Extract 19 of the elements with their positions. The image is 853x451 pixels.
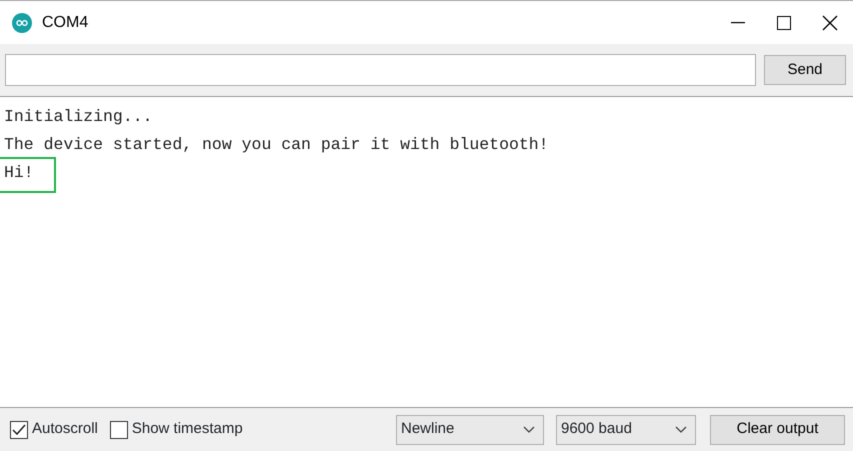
highlighted-output-line: Hi! xyxy=(0,159,54,191)
maximize-icon xyxy=(777,16,791,30)
output-line: Initializing... xyxy=(4,106,153,128)
message-input-field[interactable] xyxy=(5,54,756,86)
baud-rate-dropdown[interactable]: 9600 baud xyxy=(556,414,696,444)
minimize-icon xyxy=(731,22,745,24)
chevron-down-icon xyxy=(523,426,535,434)
clear-output-button[interactable]: Clear output xyxy=(710,414,845,444)
chevron-down-icon xyxy=(675,426,687,434)
window-title: COM4 xyxy=(42,12,88,32)
close-icon xyxy=(822,14,838,30)
output-line: The device started, now you can pair it with bluetooth! xyxy=(4,134,549,156)
app-logo-icon xyxy=(12,12,32,32)
send-button[interactable]: Send xyxy=(764,55,846,85)
checkbox[interactable] xyxy=(110,420,128,438)
line-ending-dropdown[interactable]: Newline xyxy=(396,414,544,444)
checkbox-label[interactable]: Show timestamp xyxy=(132,418,243,441)
checkbox[interactable] xyxy=(10,420,28,438)
checkbox-label[interactable]: Autoscroll xyxy=(32,418,98,441)
